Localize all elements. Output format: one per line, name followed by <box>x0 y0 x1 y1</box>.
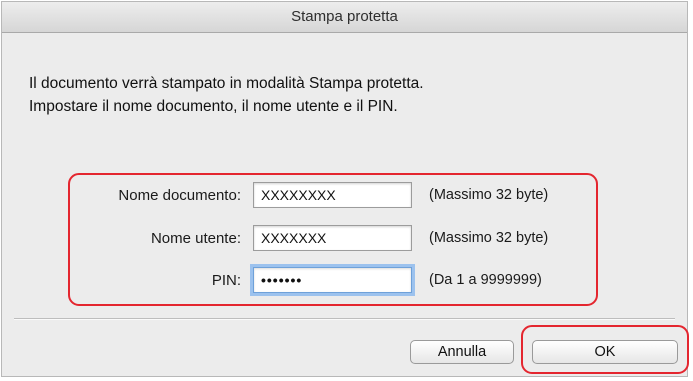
pin-hint: (Da 1 a 9999999) <box>429 272 542 288</box>
document-name-hint: (Massimo 32 byte) <box>429 187 549 203</box>
fields-highlight-frame: Nome documento: XXXXXXXX (Massimo 32 byt… <box>68 173 598 306</box>
user-name-row: Nome utente: XXXXXXX (Massimo 32 byte) <box>70 223 596 253</box>
user-name-hint: (Massimo 32 byte) <box>429 230 549 246</box>
button-separator <box>14 318 675 320</box>
pin-input[interactable]: ••••••• <box>253 267 412 293</box>
document-name-label: Nome documento: <box>118 187 241 204</box>
document-name-row: Nome documento: XXXXXXXX (Massimo 32 byt… <box>70 180 596 210</box>
secure-print-dialog: Stampa protetta Il documento verrà stamp… <box>1 1 689 377</box>
message-line-2: Impostare il nome documento, il nome ute… <box>29 98 398 115</box>
dialog-message: Il documento verrà stampato in modalità … <box>29 72 424 118</box>
dialog-title: Stampa protetta <box>2 2 687 33</box>
user-name-input[interactable]: XXXXXXX <box>253 225 412 251</box>
message-line-1: Il documento verrà stampato in modalità … <box>29 75 424 92</box>
ok-button[interactable]: OK <box>532 340 678 364</box>
user-name-label: Nome utente: <box>150 230 241 247</box>
pin-label: PIN: <box>211 272 241 289</box>
pin-row: PIN: ••••••• (Da 1 a 9999999) <box>70 265 596 295</box>
cancel-button[interactable]: Annulla <box>410 340 514 364</box>
document-name-input[interactable]: XXXXXXXX <box>253 182 412 208</box>
